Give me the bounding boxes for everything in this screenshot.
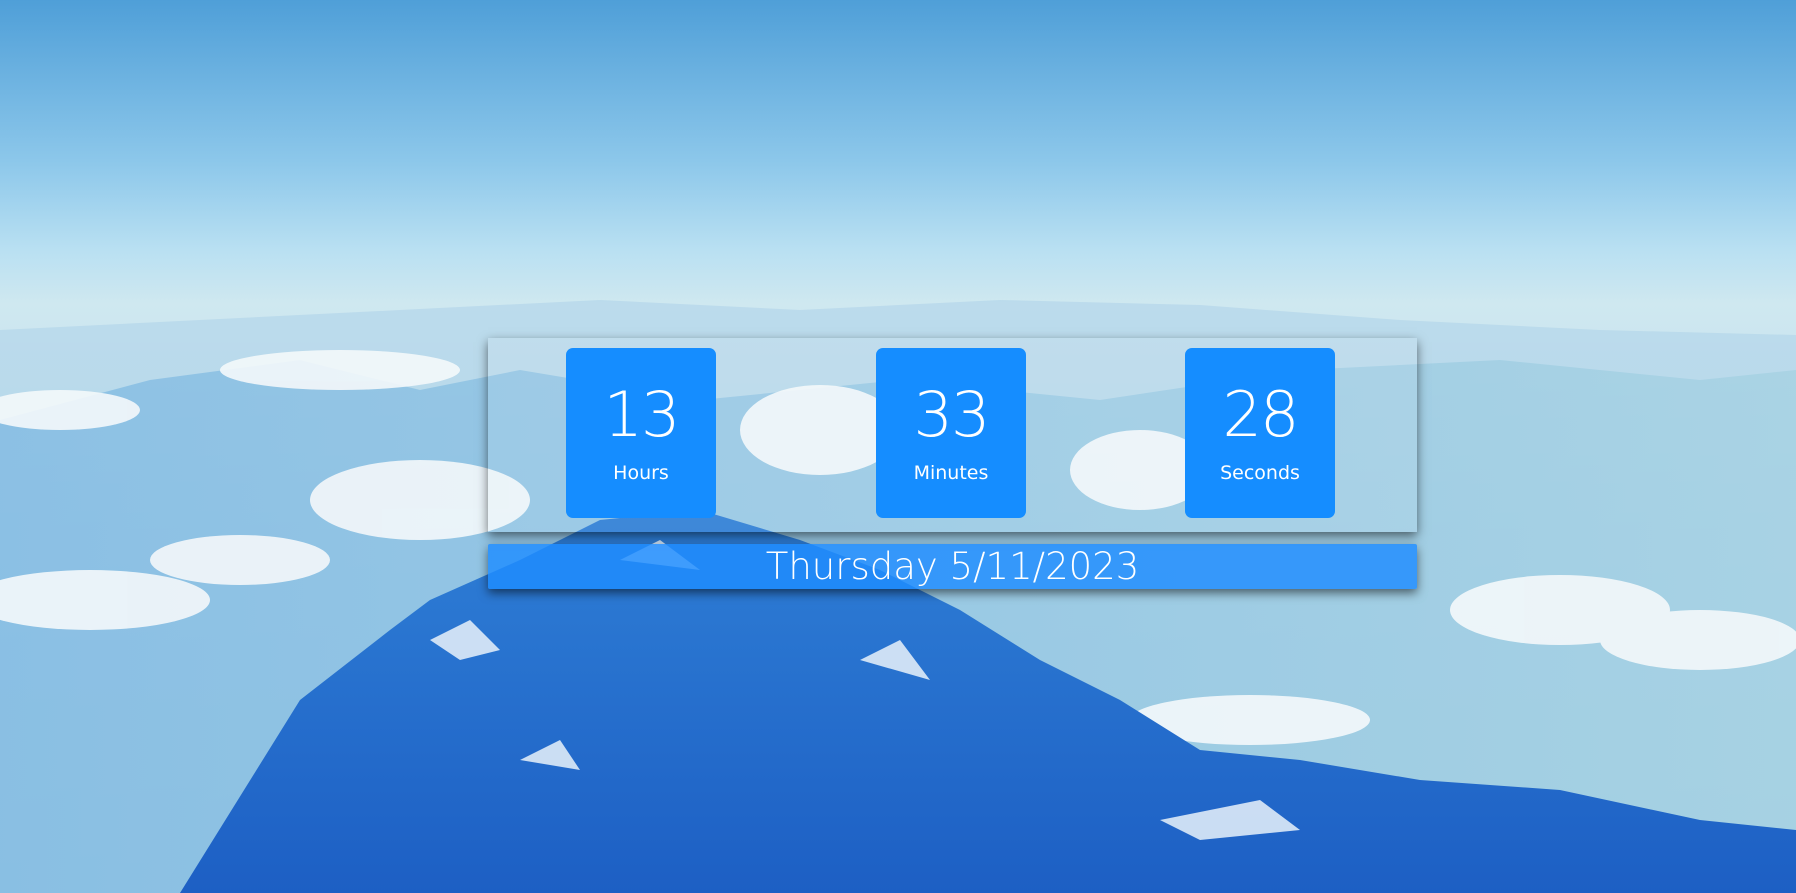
seconds-value: 28 [1222,378,1300,451]
date-bar: Thursday 5/11/2023 [488,544,1417,589]
hours-label: Hours [613,462,669,484]
seconds-label: Seconds [1220,462,1300,484]
hours-value: 13 [603,378,681,451]
minutes-value: 33 [913,378,991,451]
minutes-label: Minutes [913,462,989,484]
clock-panel: 13 Hours 33 Minutes 28 Seconds [488,338,1417,532]
seconds-box: 28 Seconds [1185,348,1335,518]
minutes-box: 33 Minutes [876,348,1026,518]
hours-box: 13 Hours [566,348,716,518]
